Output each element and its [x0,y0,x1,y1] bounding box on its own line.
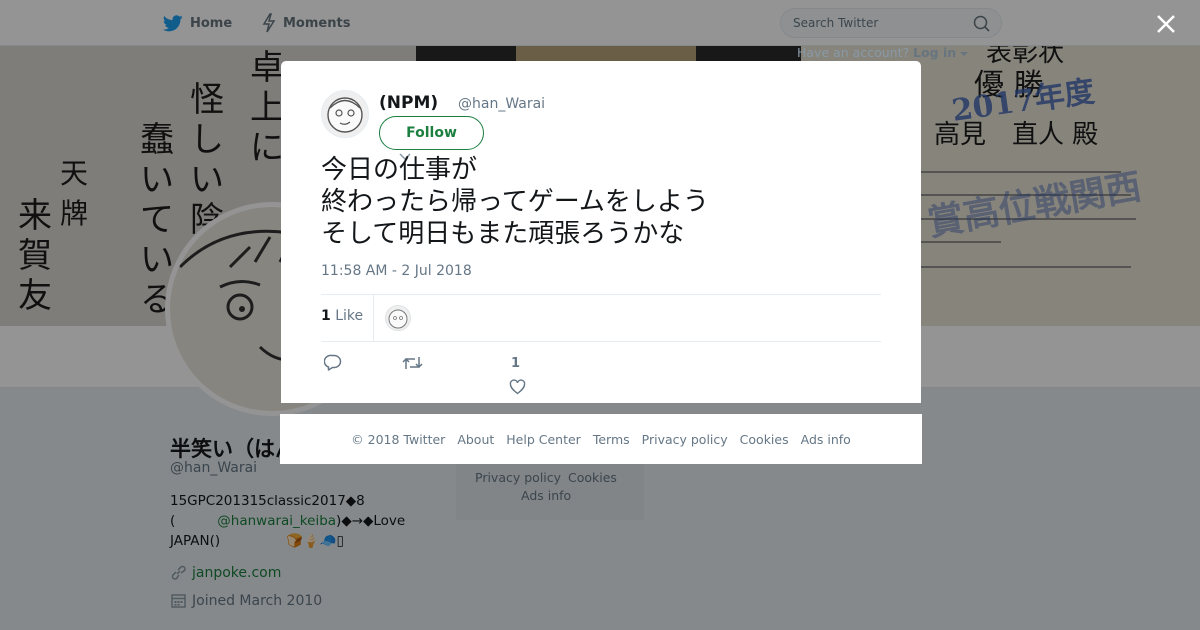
footer-privacy-link[interactable]: Privacy policy [642,432,728,447]
footer-cookies-link[interactable]: Cookies [740,432,789,447]
tweet-like-stat[interactable]: 1 Like [321,308,363,324]
tweet-author-avatar[interactable] [321,90,369,138]
footer-about-link[interactable]: About [457,432,494,447]
stats-separator [373,295,374,341]
tweet-author-handle[interactable]: @han_Warai [458,96,545,112]
stats-top-divider [321,294,881,295]
tweet-text: 今日の仕事が 終わったら帰ってゲームをしよう そして明日もまた頑張ろうかな [321,154,881,250]
close-icon[interactable] [1155,13,1177,35]
retweet-icon[interactable] [402,355,423,371]
tweet-modal: (NPM) @han_Warai Follow 今日の仕事が 終わったら帰ってゲ… [281,61,921,403]
modal-footer: © 2018 Twitter About Help Center Terms P… [280,414,922,464]
cartoon-face-icon [388,309,408,329]
tweet-timestamp[interactable]: 11:58 AM - 2 Jul 2018 [321,263,472,279]
login-prompt: Have an account? Log in [797,45,969,60]
footer-copyright: © 2018 Twitter [351,431,446,447]
caret-down-icon[interactable] [960,51,969,57]
tweet-author-name[interactable]: (NPM) [379,93,438,113]
login-link[interactable]: Log in [913,45,956,60]
tweet-text-line: そして明日もまた頑張ろうかな [321,219,685,249]
follow-button[interactable]: Follow [379,116,484,150]
action-like-count: 1 [511,356,521,371]
like-stat-label: Like [335,308,364,324]
reply-icon[interactable] [324,354,342,371]
liker-avatar[interactable] [385,305,411,331]
like-stat-count: 1 [321,308,331,324]
tweet-text-line: 終わったら帰ってゲームをしよう [321,187,709,217]
footer-help-center-link[interactable]: Help Center [506,432,581,447]
tweet-text-line: 今日の仕事が [321,155,478,185]
login-prefix: Have an account? [797,45,910,60]
cartoon-face-icon [327,97,363,133]
footer-ads-info-link[interactable]: Ads info [801,432,851,447]
footer-terms-link[interactable]: Terms [593,432,630,447]
stats-bottom-divider [321,341,881,342]
heart-icon[interactable] [509,379,526,395]
